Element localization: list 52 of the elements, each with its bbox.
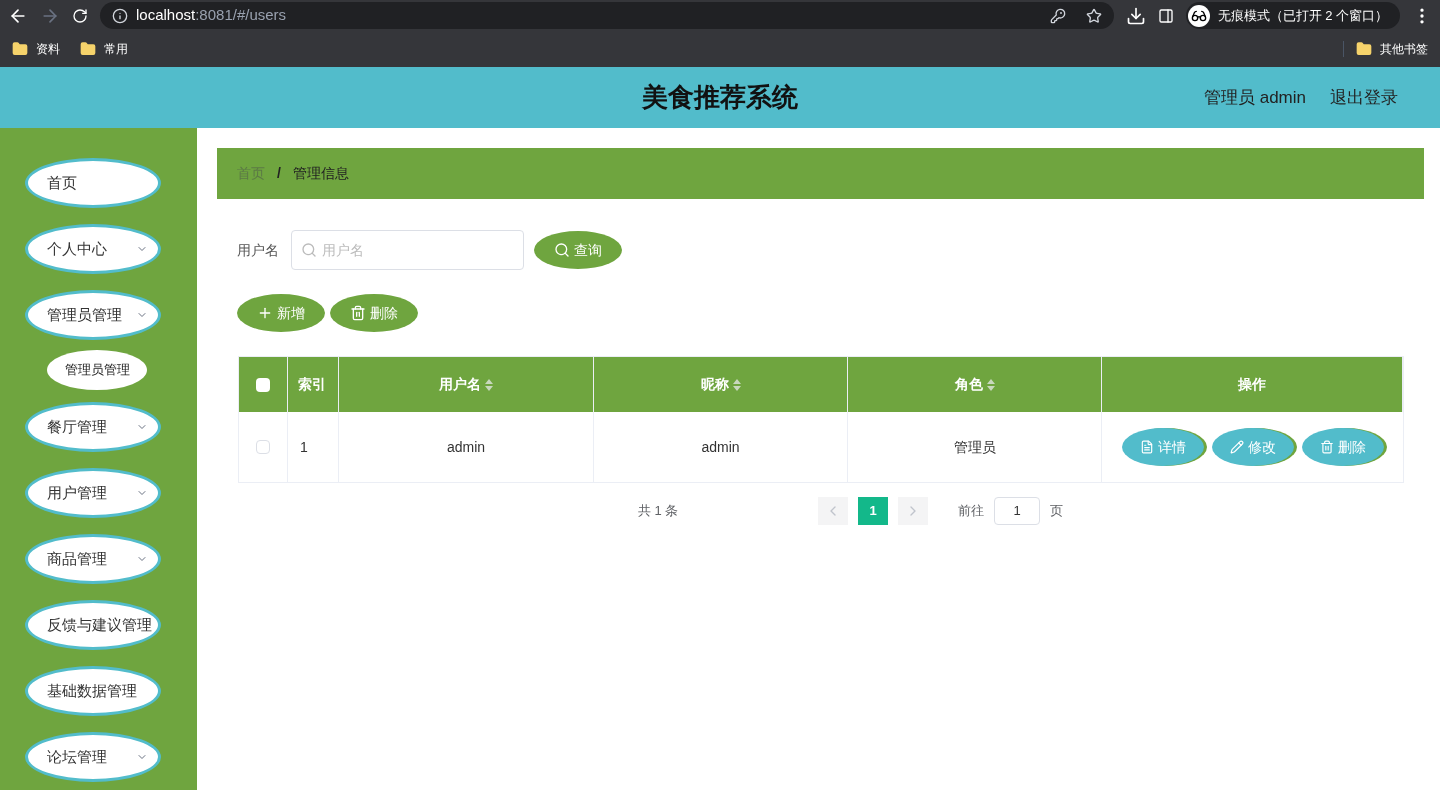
app-title: 美食推荐系统	[642, 81, 798, 114]
page-suffix: 页	[1050, 502, 1064, 521]
search-icon	[301, 242, 317, 258]
row-checkbox[interactable]	[256, 440, 270, 454]
folder-icon	[80, 41, 96, 57]
select-all-checkbox[interactable]	[256, 377, 270, 392]
sidebar-item[interactable]: 管理员管理	[25, 290, 161, 340]
submenu-item[interactable]: 管理员管理	[47, 350, 147, 390]
breadcrumb-separator: /	[277, 164, 281, 183]
download-icon[interactable]	[1125, 5, 1146, 26]
sidebar-item[interactable]: 首页	[25, 158, 161, 208]
bookmark[interactable]: 常用	[80, 40, 128, 58]
table-cell-text: admin	[446, 437, 486, 457]
column-header: 操作	[1102, 357, 1403, 412]
search-icon	[554, 242, 570, 258]
search-label: 用户名	[237, 240, 279, 260]
sidebar-item[interactable]: 商品管理	[25, 534, 161, 584]
sidebar-item[interactable]: 基础数据管理	[25, 666, 161, 716]
table-cell-text: admin	[701, 437, 740, 457]
plus-icon	[257, 305, 273, 321]
bookmark[interactable]: 其他书签	[1356, 40, 1428, 58]
side-panel-icon[interactable]	[1157, 7, 1174, 24]
document-icon	[1139, 440, 1154, 454]
sidebar-item[interactable]: 用户管理	[25, 468, 161, 518]
sidebar-item[interactable]: 论坛管理	[25, 732, 161, 782]
info-icon[interactable]	[112, 7, 128, 24]
incognito-icon	[1187, 4, 1210, 27]
breadcrumb-link[interactable]: 管理信息	[292, 163, 349, 184]
trash-icon	[1319, 440, 1334, 454]
sidebar-item[interactable]: 反馈与建议管理	[25, 600, 161, 650]
sidebar-item[interactable]: 餐厅管理	[25, 402, 161, 452]
search-field[interactable]: 用户名	[291, 230, 524, 270]
goto-label: 前往	[958, 502, 985, 521]
trash-icon	[350, 305, 366, 321]
folder-icon	[1356, 41, 1372, 57]
address-bar[interactable]: localhost:8081/#/users	[100, 2, 1114, 29]
reload-icon[interactable]	[72, 7, 88, 24]
logout-link[interactable]: 退出登录	[1330, 84, 1398, 111]
incognito-chip[interactable]: 无痕模式（已打开 2 个窗口）	[1185, 2, 1400, 29]
pencil-icon	[1229, 440, 1244, 454]
page-input[interactable]: 1	[994, 497, 1041, 525]
sidebar-item[interactable]: 个人中心	[25, 224, 161, 274]
column-header: 索引	[288, 357, 339, 412]
key-icon[interactable]	[1049, 7, 1066, 24]
table-cell-text: 1	[300, 437, 308, 457]
table-cell-text: 管理员	[953, 437, 996, 457]
bookmark[interactable]: 资料	[12, 40, 60, 58]
user-label: 管理员 admin	[1203, 86, 1306, 109]
url-text: localhost:8081/#/users	[136, 5, 287, 26]
folder-icon	[12, 41, 28, 57]
star-icon[interactable]	[1085, 7, 1102, 24]
total-count: 共 1 条	[637, 502, 679, 521]
